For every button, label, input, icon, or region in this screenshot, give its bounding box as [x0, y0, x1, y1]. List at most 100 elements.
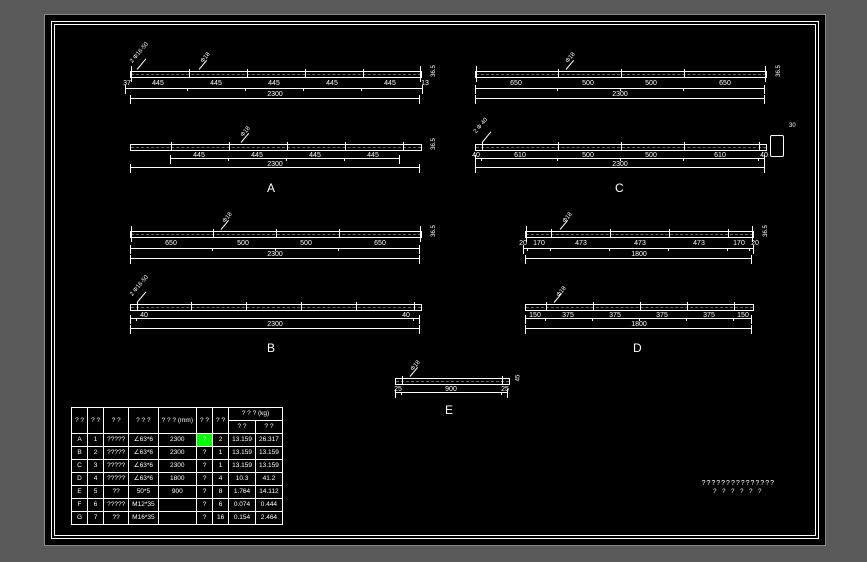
th-2: ? ? [104, 408, 129, 434]
title-sub: ? ? ? ? ? ? [702, 489, 775, 495]
table-cell: 0.074 [229, 499, 256, 512]
table-cell: 13.159 [229, 460, 256, 473]
table-row: F6?????M12*35?60.0740.444 [72, 499, 283, 512]
d1-outl: 20 [519, 240, 527, 247]
table-cell: B [72, 447, 88, 460]
table-cell: 10.3 [229, 473, 256, 486]
c2-d1: 610 [514, 152, 526, 159]
table-cell: 13.159 [255, 460, 282, 473]
table-cell: 2300 [158, 447, 196, 460]
beam-c1 [475, 71, 767, 78]
d1-d2: 473 [634, 240, 646, 247]
table-cell: 6 [88, 499, 104, 512]
table-cell: 3 [88, 460, 104, 473]
drawing-canvas[interactable]: 2 Φ16·50 Φ18 36.5 37 445 445 445 445 445… [44, 14, 826, 546]
table-cell: 13.159 [255, 447, 282, 460]
beam-d1 [525, 231, 754, 238]
table-cell: 5 [88, 486, 104, 499]
b1-total-line [130, 258, 420, 260]
table-cell: M16*35 [129, 512, 158, 525]
table-cell: 1 [213, 447, 229, 460]
b2-dimline [130, 318, 420, 320]
sth-8: ? ? [255, 421, 282, 434]
table-cell: ∠63*6 [129, 460, 158, 473]
table-cell: 0.444 [255, 499, 282, 512]
sth-7: ? ? [229, 421, 256, 434]
a1-d3: 445 [268, 80, 280, 87]
d2-total-line [525, 328, 752, 330]
d2-d6: 150 [737, 312, 749, 319]
table-cell: ∠63*6 [129, 447, 158, 460]
beam-d2 [525, 304, 754, 311]
a2-total: 2300 [267, 161, 283, 168]
b1-d1: 650 [165, 240, 177, 247]
table-cell: 1 [88, 434, 104, 447]
table-cell: 8 [213, 486, 229, 499]
d2-d1: 150 [529, 312, 541, 319]
d1-outr: 20 [751, 240, 759, 247]
table-cell: ? [197, 434, 213, 447]
c2-d4: 610 [714, 152, 726, 159]
table-cell: 7 [88, 512, 104, 525]
a2-d1: 445 [193, 152, 205, 159]
table-cell: ? [197, 447, 213, 460]
table-cell: ? [197, 460, 213, 473]
table-cell: 2300 [158, 434, 196, 447]
th-7: ? ? ? (kg) [229, 408, 283, 421]
table-cell: D [72, 473, 88, 486]
th-6: ? ? [213, 408, 229, 434]
table-cell: ????? [104, 434, 129, 447]
c1-d4: 650 [719, 80, 731, 87]
beam-a2 [130, 144, 422, 151]
table-cell: ?? [104, 486, 129, 499]
d2-d5: 375 [703, 312, 715, 319]
table-cell: 0.154 [229, 512, 256, 525]
table-cell: 13.159 [229, 447, 256, 460]
label-b: B [267, 341, 275, 355]
d1-d1: 473 [575, 240, 587, 247]
a2-d3: 445 [309, 152, 321, 159]
beam-b1 [130, 231, 422, 238]
c1-d2: 500 [582, 80, 594, 87]
table-row: C3?????∠63*62300?113.15913.159 [72, 460, 283, 473]
b1-total: 2300 [267, 251, 283, 258]
b2-dl: 40 [140, 312, 148, 319]
table-row: E5??50*5900?81.76414.112 [72, 486, 283, 499]
table-cell: ∠63*6 [129, 473, 158, 486]
a1-d-out-l: 37 [123, 80, 131, 87]
c2-d3: 500 [645, 152, 657, 159]
title-main: ??????????????? [702, 480, 775, 487]
c1-total: 2300 [612, 91, 628, 98]
table-cell: 2.464 [255, 512, 282, 525]
table-cell: 4 [88, 473, 104, 486]
c2-total: 2300 [612, 161, 628, 168]
d2-total: 1800 [631, 321, 647, 328]
table-cell: 900 [158, 486, 196, 499]
b2-total-line [130, 328, 420, 330]
th-0: ? ? [72, 408, 88, 434]
c2-dr: 40 [760, 152, 768, 159]
table-cell: ????? [104, 447, 129, 460]
b1-d2: 500 [237, 240, 249, 247]
table-cell: 2 [213, 434, 229, 447]
beam-c2 [475, 144, 767, 151]
table-cell: ? [197, 486, 213, 499]
a1-d1: 445 [152, 80, 164, 87]
label-d: D [633, 341, 642, 355]
drawing-title-note: ??????????????? ? ? ? ? ? ? [702, 480, 775, 495]
a1-total: 2300 [267, 91, 283, 98]
d1-dimline [523, 248, 754, 250]
beam-e [395, 378, 510, 385]
b1-dimline [130, 248, 420, 250]
a2-d2: 445 [251, 152, 263, 159]
e-dl: 25 [394, 386, 402, 393]
table-cell: ????? [104, 499, 129, 512]
a1-d2: 445 [210, 80, 222, 87]
b1-vdim: 36.5 [431, 225, 437, 237]
c1-vdim: 36.5 [776, 65, 782, 77]
bom-table: ? ? ? ? ? ? ? ? ? ? ? ? (mm) ? ? ? ? ? ?… [71, 407, 283, 525]
d2-d4: 375 [656, 312, 668, 319]
beam-a1 [130, 71, 422, 78]
table-cell: G [72, 512, 88, 525]
e-dr: 25 [501, 386, 509, 393]
